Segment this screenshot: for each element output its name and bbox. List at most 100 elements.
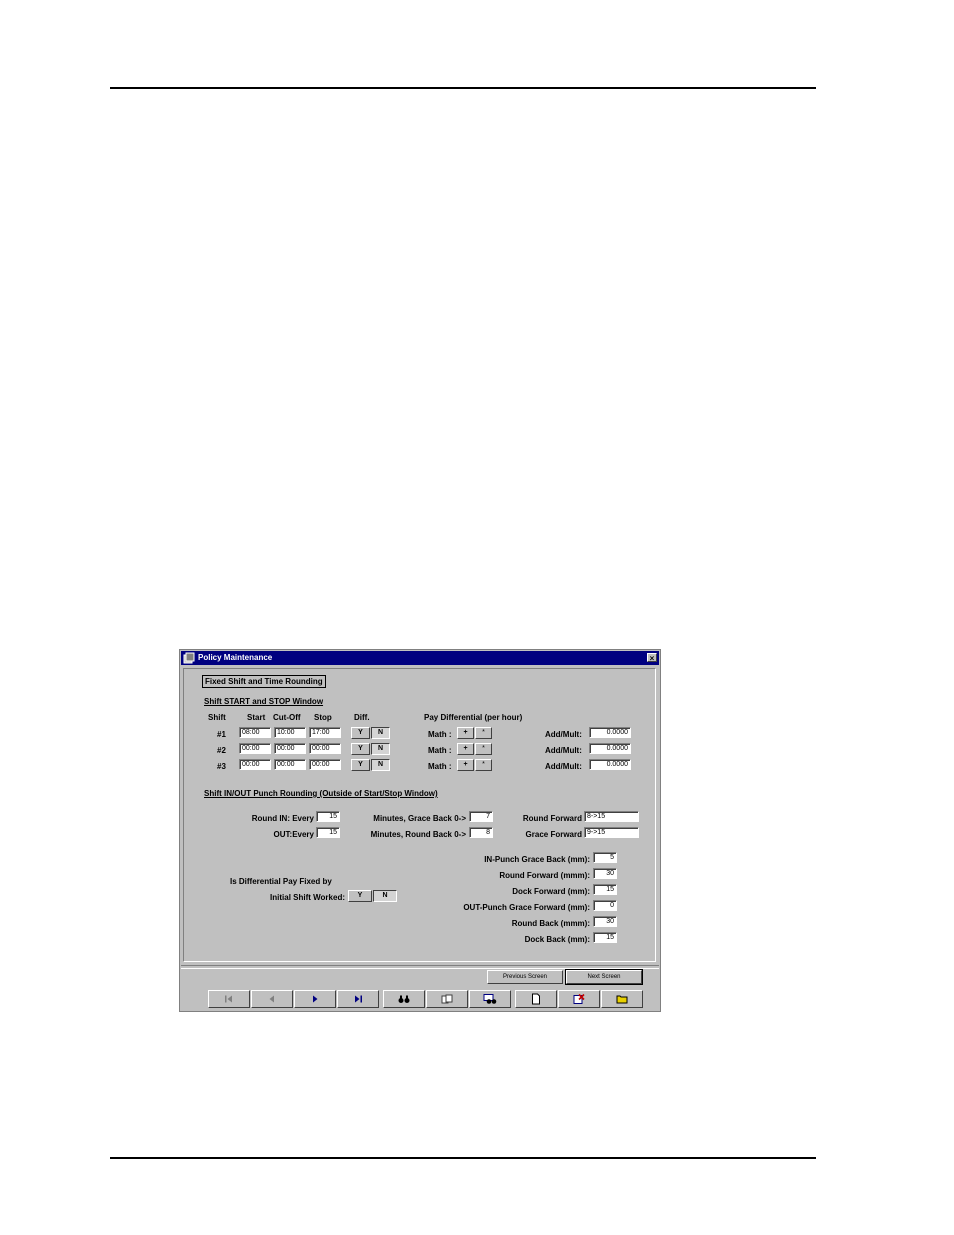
dock-back-field[interactable]: 15 (593, 932, 617, 943)
math-label: Math : (428, 730, 452, 739)
stop-time-field[interactable]: 00:00 (309, 743, 341, 754)
copy-icon (441, 994, 453, 1004)
addmult-field[interactable]: 0.0000 (589, 727, 631, 738)
shift-label: #3 (217, 762, 226, 771)
dock-forward-field[interactable]: 15 (593, 884, 617, 895)
round-back-label: Minutes, Round Back 0-> (370, 830, 466, 839)
addmult-label: Add/Mult: (545, 762, 582, 771)
out-every-field[interactable]: 15 (316, 827, 340, 838)
col-stop: Stop (314, 713, 332, 722)
first-record-button[interactable] (208, 990, 250, 1008)
new-record-button[interactable] (515, 990, 557, 1008)
addmult-label: Add/Mult: (545, 746, 582, 755)
diff-no-button[interactable]: N (371, 759, 390, 771)
policy-maintenance-window: Policy Maintenance × Fixed Shift and Tim… (179, 649, 661, 1012)
find-icon (398, 995, 410, 1003)
fixed-diff-yes-button[interactable]: Y (348, 890, 372, 902)
math-label: Math : (428, 746, 452, 755)
next-screen-button[interactable]: Next Screen (565, 969, 643, 985)
addmult-field[interactable]: 0.0000 (589, 759, 631, 770)
out-punch-grace-forward-label: OUT-Punch Grace Forward (mm): (463, 903, 590, 912)
delete-record-icon (573, 993, 585, 1004)
stop-time-field[interactable]: 17:00 (309, 727, 341, 738)
app-icon (183, 652, 195, 664)
dock-forward-label: Dock Forward (mm): (512, 887, 590, 896)
first-record-icon (225, 995, 232, 1003)
start-time-field[interactable]: 00:00 (239, 759, 271, 770)
stop-time-field[interactable]: 00:00 (309, 759, 341, 770)
window-title: Policy Maintenance (198, 653, 273, 662)
grace-back-label: Minutes, Grace Back 0-> (373, 814, 466, 823)
new-record-icon (532, 993, 540, 1005)
open-folder-icon (616, 995, 628, 1004)
cutoff-time-field[interactable]: 00:00 (274, 743, 306, 754)
main-panel: Fixed Shift and Time Rounding Shift STAR… (183, 668, 656, 962)
dock-back-label: Dock Back (mm): (524, 935, 590, 944)
tab-fixed-shift[interactable]: Fixed Shift and Time Rounding (202, 675, 326, 688)
round-in-field[interactable]: 15 (316, 811, 340, 822)
in-punch-grace-back-label: IN-Punch Grace Back (mm): (484, 855, 590, 864)
previous-screen-button[interactable]: Previous Screen (487, 970, 563, 984)
diff-yes-button[interactable]: Y (351, 759, 370, 771)
find-button[interactable] (383, 990, 425, 1008)
col-diff: Diff. (354, 713, 370, 722)
last-record-icon (355, 995, 362, 1003)
grace-back-field[interactable]: 7 (469, 811, 493, 822)
cutoff-time-field[interactable]: 10:00 (274, 727, 306, 738)
round-in-label: Round IN: Every (251, 814, 314, 823)
math-label: Math : (428, 762, 452, 771)
round-back-mmm-label: Round Back (mmm): (511, 919, 590, 928)
col-shift: Shift (208, 713, 226, 722)
search-records-icon (483, 994, 497, 1004)
page-footer-rule (110, 1157, 816, 1159)
last-record-button[interactable] (337, 990, 379, 1008)
record-navigation-bar (208, 990, 643, 1008)
shift-label: #2 (217, 746, 226, 755)
round-forward-label: Round Forward (522, 814, 582, 823)
shift-label: #1 (217, 730, 226, 739)
grace-forward-label: Grace Forward (525, 830, 582, 839)
math-add-button[interactable]: + (457, 727, 474, 739)
delete-record-button[interactable] (558, 990, 600, 1008)
in-punch-grace-back-field[interactable]: 5 (593, 852, 617, 863)
out-every-label: OUT:Every (273, 830, 314, 839)
cutoff-time-field[interactable]: 00:00 (274, 759, 306, 770)
next-record-icon (313, 995, 318, 1003)
differential-question-line1: Is Differential Pay Fixed by (230, 877, 332, 886)
differential-question-line2: Initial Shift Worked: (270, 893, 345, 902)
round-back-field[interactable]: 8 (469, 827, 493, 838)
addmult-field[interactable]: 0.0000 (589, 743, 631, 754)
addmult-label: Add/Mult: (545, 730, 582, 739)
round-forward-field[interactable]: 8->15 (584, 811, 639, 822)
out-punch-grace-forward-field[interactable]: 0 (593, 900, 617, 911)
grace-forward-field[interactable]: 9->15 (584, 827, 639, 838)
math-multiply-button[interactable]: * (475, 743, 492, 755)
math-add-button[interactable]: + (457, 743, 474, 755)
col-cutoff: Cut-Off (273, 713, 301, 722)
start-time-field[interactable]: 08:00 (239, 727, 271, 738)
diff-no-button[interactable]: N (371, 727, 390, 739)
punch-rounding-heading: Shift IN/OUT Punch Rounding (Outside of … (204, 789, 438, 798)
search-records-button[interactable] (469, 990, 511, 1008)
round-back-mmm-field[interactable]: 30 (593, 916, 617, 927)
shift-window-heading: Shift START and STOP Window (204, 697, 324, 706)
previous-record-button[interactable] (251, 990, 293, 1008)
title-bar: Policy Maintenance × (181, 651, 659, 665)
start-time-field[interactable]: 00:00 (239, 743, 271, 754)
col-start: Start (247, 713, 266, 722)
diff-yes-button[interactable]: Y (351, 727, 370, 739)
math-multiply-button[interactable]: * (475, 727, 492, 739)
open-folder-button[interactable] (601, 990, 643, 1008)
next-record-button[interactable] (294, 990, 336, 1008)
math-add-button[interactable]: + (457, 759, 474, 771)
math-multiply-button[interactable]: * (475, 759, 492, 771)
close-icon[interactable]: × (647, 653, 657, 663)
pay-differential-heading: Pay Differential (per hour) (424, 713, 523, 722)
round-forward-mmm-label: Round Forward (mmm): (499, 871, 590, 880)
diff-no-button[interactable]: N (371, 743, 390, 755)
round-forward-mmm-field[interactable]: 30 (593, 868, 617, 879)
page-header-rule (110, 87, 816, 89)
fixed-diff-no-button[interactable]: N (373, 890, 397, 902)
diff-yes-button[interactable]: Y (351, 743, 370, 755)
copy-button[interactable] (426, 990, 468, 1008)
